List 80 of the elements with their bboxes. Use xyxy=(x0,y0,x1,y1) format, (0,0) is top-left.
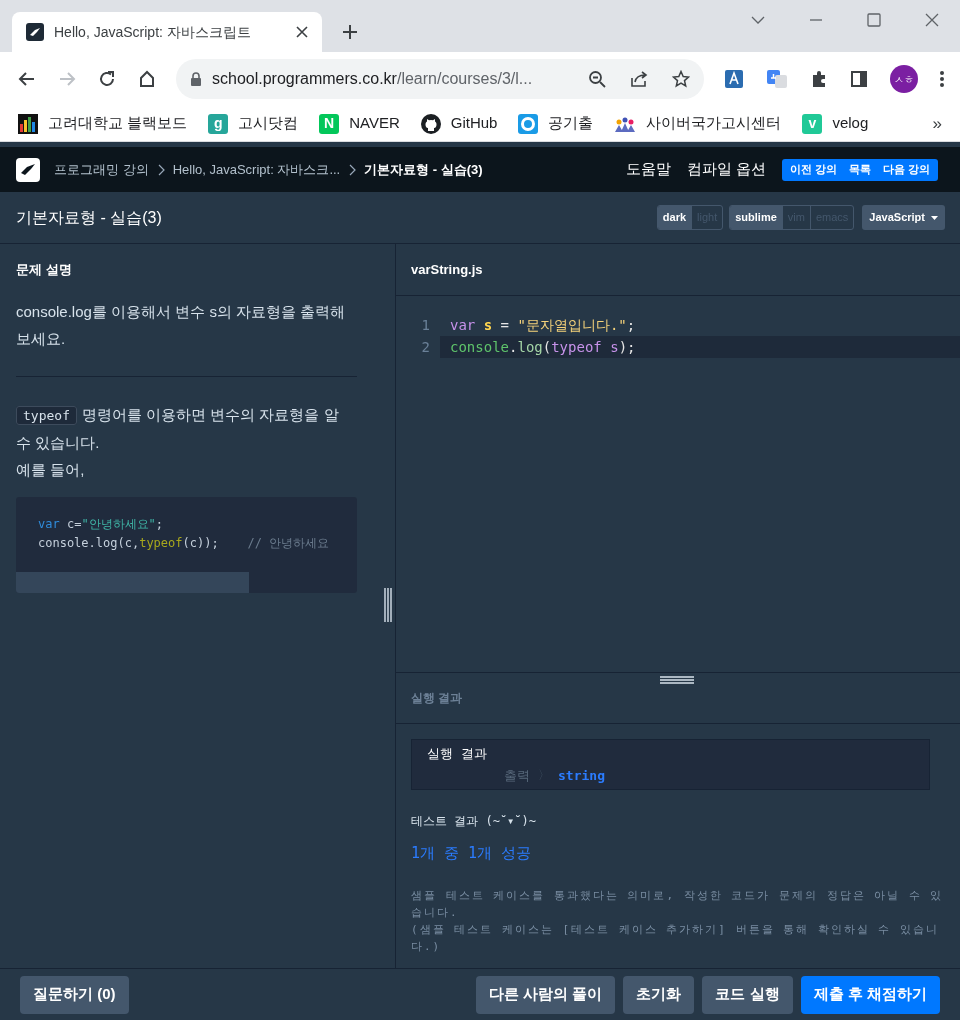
close-icon[interactable] xyxy=(924,12,940,28)
bird-logo-icon[interactable] xyxy=(16,157,40,182)
more-menu-icon[interactable] xyxy=(940,70,944,88)
test-summary: 1개 중 1개 성공 xyxy=(411,843,533,864)
output-value: string xyxy=(558,766,605,785)
bookmark[interactable]: 고려대학교 블랙보드 xyxy=(18,112,188,135)
resize-handle-icon[interactable] xyxy=(384,588,392,622)
separator-mark: 〉 xyxy=(538,767,550,785)
code-line: var c="안녕하세요"; xyxy=(38,515,165,533)
breadcrumb-link[interactable]: 기본자료형 - 실습(3) xyxy=(364,159,483,180)
output-title: 실행 결과 xyxy=(427,745,488,763)
header-link[interactable]: 컴파일 옵션 xyxy=(686,158,766,181)
bookmark[interactable]: 사이버국가고시센터 xyxy=(614,112,782,135)
url-text: school.programmers.co.kr/learn/courses/3/l... xyxy=(212,69,534,89)
code-line: var s = "문자열입니다."; xyxy=(449,315,637,335)
close-icon[interactable] xyxy=(296,26,308,38)
people-group-icon xyxy=(614,115,637,132)
breadcrumb-link[interactable]: Hello, JavaScript: 자바스크... xyxy=(172,159,341,180)
line-number: 2 xyxy=(420,337,431,357)
tab-title: Hello, JavaScript: 자바스크립트 xyxy=(54,22,252,42)
horizontal-scrollbar[interactable] xyxy=(16,571,249,593)
address-bar[interactable]: school.programmers.co.kr/learn/courses/3/l... xyxy=(176,59,704,99)
footer-button[interactable]: 다른 사람의 풀이 xyxy=(476,975,616,1014)
header-link[interactable]: 도움말 xyxy=(625,158,671,181)
code-editor[interactable]: 1 var s = "문자열입니다."; 2 console.log(typeof s); xyxy=(396,296,960,672)
chevron-right-icon xyxy=(348,163,357,176)
letter-logo-icon: N xyxy=(319,113,340,134)
browser-tab[interactable]: Hello, JavaScript: 자바스크립트 xyxy=(12,12,322,52)
ring-icon xyxy=(518,113,539,134)
letter-logo-icon: v xyxy=(802,113,823,134)
problem-text: console.log를 이용해서 변수 s의 자료형을 출력해 보세요. xyxy=(16,301,347,349)
side-panel-icon[interactable] xyxy=(850,70,868,88)
chevron-right-icon xyxy=(156,163,165,176)
lesson-nav-link[interactable]: 목록 xyxy=(842,161,877,178)
page-title: 기본자료형 - 실습(3) xyxy=(16,207,162,228)
bookmark[interactable]: 공기출 xyxy=(518,112,594,135)
resize-handle-icon[interactable] xyxy=(660,676,694,684)
section-heading: 실행 결과 xyxy=(411,690,463,707)
line-number: 1 xyxy=(420,315,431,335)
letter-logo-icon: g xyxy=(208,113,229,134)
footer-button[interactable]: 질문하기 (0) xyxy=(20,975,129,1014)
zoom-out-icon[interactable] xyxy=(588,70,606,88)
footer-button[interactable]: 코드 실행 xyxy=(702,975,793,1014)
note-text: 샘플 테스트 케이스를 통과했다는 의미로, 작성한 코드가 문제의 정답은 아닐 수 있습니다. xyxy=(411,887,945,921)
language-dropdown[interactable]: JavaScript xyxy=(862,205,945,230)
output-label: 출력 xyxy=(504,766,530,785)
section-heading: 문제 설명 xyxy=(16,261,73,279)
more-bookmarks-button[interactable]: » xyxy=(932,110,942,137)
reload-icon[interactable] xyxy=(98,70,116,88)
caret-down-icon xyxy=(931,215,938,220)
test-heading: 테스트 결과 (~˘▾˘)~ xyxy=(411,813,538,830)
footer-button[interactable]: 제출 후 채점하기 xyxy=(800,975,940,1014)
problem-text: 예를 들어, xyxy=(16,459,86,480)
note-text: (샘플 테스트 케이스는 [테스트 케이스 추가하기] 버튼을 통해 확인하실 수 있습니다.) xyxy=(411,921,941,955)
lesson-nav-link[interactable]: 다음 강의 xyxy=(876,161,936,178)
letter-a-icon[interactable] xyxy=(724,69,744,89)
code-line: console.log(c,typeof(c)); // 안녕하세요 xyxy=(38,534,331,552)
maximize-icon[interactable] xyxy=(866,12,882,28)
file-tab[interactable]: varString.js xyxy=(411,259,483,280)
lock-icon xyxy=(190,72,202,86)
share-icon[interactable] xyxy=(630,70,648,88)
bar-chart-icon xyxy=(18,113,38,134)
new-tab-icon[interactable] xyxy=(342,24,358,40)
footer-button[interactable]: 초기화 xyxy=(623,975,695,1014)
problem-text: typeof 명령어를 이용하면 변수의 자료형을 알 수 있습니다. xyxy=(16,404,340,453)
profile-avatar[interactable]: ㅅㅎ xyxy=(890,65,918,93)
toggle-option[interactable]: dark xyxy=(657,206,692,229)
star-icon[interactable] xyxy=(672,70,690,88)
bookmark[interactable]: GitHub xyxy=(420,112,498,135)
home-icon[interactable] xyxy=(138,70,156,88)
back-icon[interactable] xyxy=(18,70,36,88)
bird-logo-icon xyxy=(26,23,44,41)
bookmark[interactable]: g 고시닷컴 xyxy=(208,112,299,135)
cat-silhouette-icon xyxy=(420,113,441,134)
puzzle-icon[interactable] xyxy=(810,70,828,88)
breadcrumb-link[interactable]: 프로그래밍 강의 xyxy=(54,159,149,180)
toggle-option[interactable]: sublime xyxy=(730,206,782,229)
bookmark[interactable]: N NAVER xyxy=(319,112,400,135)
bookmark[interactable]: v velog xyxy=(802,112,869,135)
lesson-nav-link[interactable]: 이전 강의 xyxy=(783,161,843,178)
